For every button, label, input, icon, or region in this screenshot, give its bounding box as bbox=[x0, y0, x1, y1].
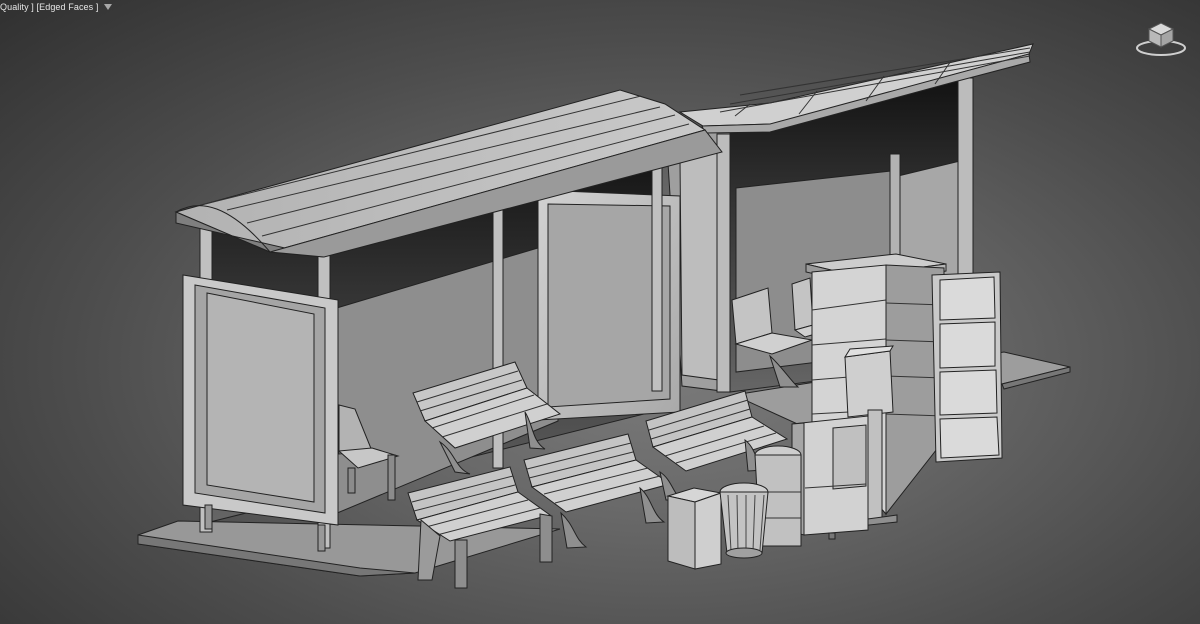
bench-front-left bbox=[407, 466, 553, 589]
info-cabinet bbox=[791, 415, 869, 540]
trash-bin-round bbox=[719, 482, 769, 559]
bus-stop-model-scene bbox=[137, 43, 1071, 589]
billboard-left bbox=[182, 274, 339, 552]
viewcube-icon[interactable] bbox=[1132, 18, 1190, 58]
trash-bin-square bbox=[666, 487, 723, 570]
3d-viewport[interactable]: Quality ] [Edged Faces ] bbox=[0, 0, 1200, 624]
